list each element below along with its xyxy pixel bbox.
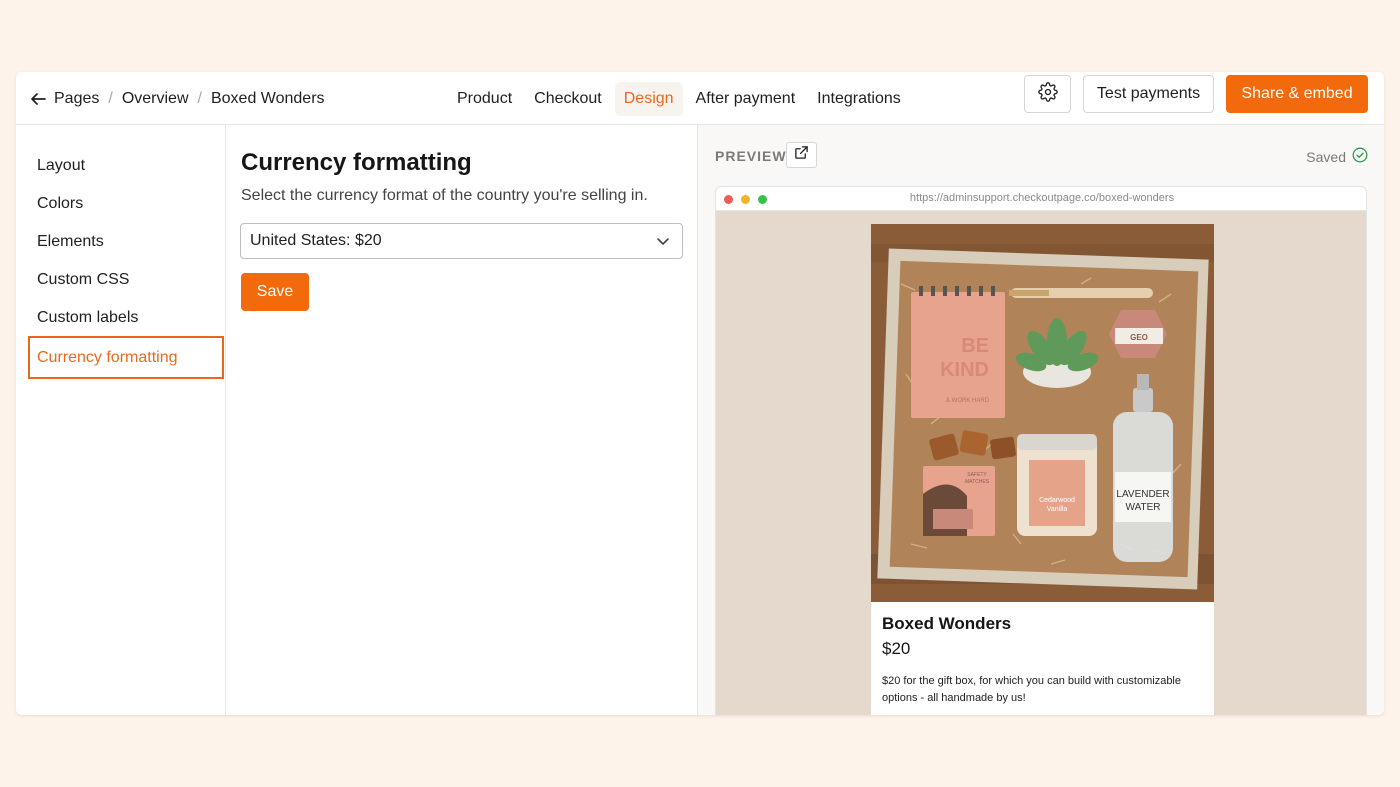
sidebar-item-layout[interactable]: Layout — [28, 147, 224, 185]
tab-after-payment[interactable]: After payment — [687, 82, 805, 116]
tab-bar: Product Checkout Design After payment In… — [448, 72, 910, 125]
save-status: Saved — [1306, 147, 1368, 166]
section-description: Select the currency format of the countr… — [241, 187, 648, 204]
top-bar: Pages / Overview / Boxed Wonders Product… — [16, 72, 1384, 125]
currency-format-select[interactable]: United States: $20 — [240, 223, 683, 259]
check-circle-icon — [1352, 147, 1368, 166]
matches-text-line1: SAFETY — [967, 472, 987, 478]
product-description: $20 for the gift box, for which you can … — [882, 675, 1181, 704]
sidebar-item-currency-formatting[interactable]: Currency formatting — [28, 336, 224, 379]
design-sidebar: Layout Colors Elements Custom CSS Custom… — [16, 125, 226, 715]
sidebar-item-custom-css[interactable]: Custom CSS — [28, 261, 224, 299]
candle-text-line2: Vanilla — [1047, 506, 1068, 513]
preview-url: https://adminsupport.checkoutpage.co/box… — [909, 192, 1175, 204]
soap-text: GEO — [1130, 333, 1148, 342]
product-image: BE KIND & WORK HARD GEO SAFETY MATCHES C… — [871, 224, 1214, 602]
notebook-text-line1: BE — [961, 335, 989, 357]
sidebar-item-colors[interactable]: Colors — [28, 185, 224, 223]
arrow-left-icon[interactable] — [28, 89, 48, 109]
product-card: BE KIND & WORK HARD GEO SAFETY MATCHES C… — [871, 224, 1214, 715]
notebook-text-line2: KIND — [940, 359, 989, 381]
notebook-small-text: & WORK HARD — [946, 398, 990, 404]
breadcrumb-pages[interactable]: Pages — [54, 90, 99, 108]
currency-format-value: United States: $20 — [250, 232, 382, 249]
breadcrumb: Pages / Overview / Boxed Wonders — [28, 72, 325, 125]
sidebar-item-custom-labels[interactable]: Custom labels — [28, 299, 224, 337]
external-link-icon — [794, 145, 809, 165]
browser-preview: https://adminsupport.checkoutpage.co/box… — [715, 186, 1367, 715]
bottle-text-line1: LAVENDER — [1116, 489, 1169, 500]
breadcrumb-separator: / — [197, 89, 202, 107]
gear-icon — [1037, 81, 1058, 107]
tab-checkout[interactable]: Checkout — [525, 82, 611, 116]
settings-button[interactable] — [1024, 75, 1071, 113]
breadcrumb-overview[interactable]: Overview — [122, 90, 189, 108]
product-name: Boxed Wonders — [882, 614, 1012, 633]
bottle-text-line2: WATER — [1126, 502, 1161, 513]
share-embed-button[interactable]: Share & embed — [1226, 75, 1368, 113]
preview-label: PREVIEW — [715, 148, 787, 164]
open-preview-button[interactable] — [786, 142, 817, 168]
test-payments-button[interactable]: Test payments — [1083, 75, 1214, 113]
candle-text-line1: Cedarwood — [1039, 497, 1075, 504]
chevron-down-icon — [656, 234, 670, 248]
browser-toolbar: https://adminsupport.checkoutpage.co/box… — [716, 187, 1366, 211]
sidebar-item-elements[interactable]: Elements — [28, 223, 224, 261]
currency-settings-panel: Currency formatting Select the currency … — [226, 125, 698, 715]
save-status-label: Saved — [1306, 148, 1346, 165]
tab-design[interactable]: Design — [614, 81, 683, 116]
save-button[interactable]: Save — [241, 273, 309, 311]
page-title: Currency formatting — [241, 149, 472, 176]
tab-integrations[interactable]: Integrations — [808, 82, 910, 116]
breadcrumb-separator: / — [108, 89, 113, 107]
product-price: $20 — [882, 639, 911, 658]
tab-product[interactable]: Product — [448, 82, 521, 116]
breadcrumb-current-page: Boxed Wonders — [210, 89, 325, 107]
app-window: Pages / Overview / Boxed Wonders Product… — [16, 72, 1384, 715]
matches-text-line2: MATCHES — [965, 479, 990, 485]
preview-panel: PREVIEW Saved https://adminsupport.check… — [698, 125, 1384, 715]
